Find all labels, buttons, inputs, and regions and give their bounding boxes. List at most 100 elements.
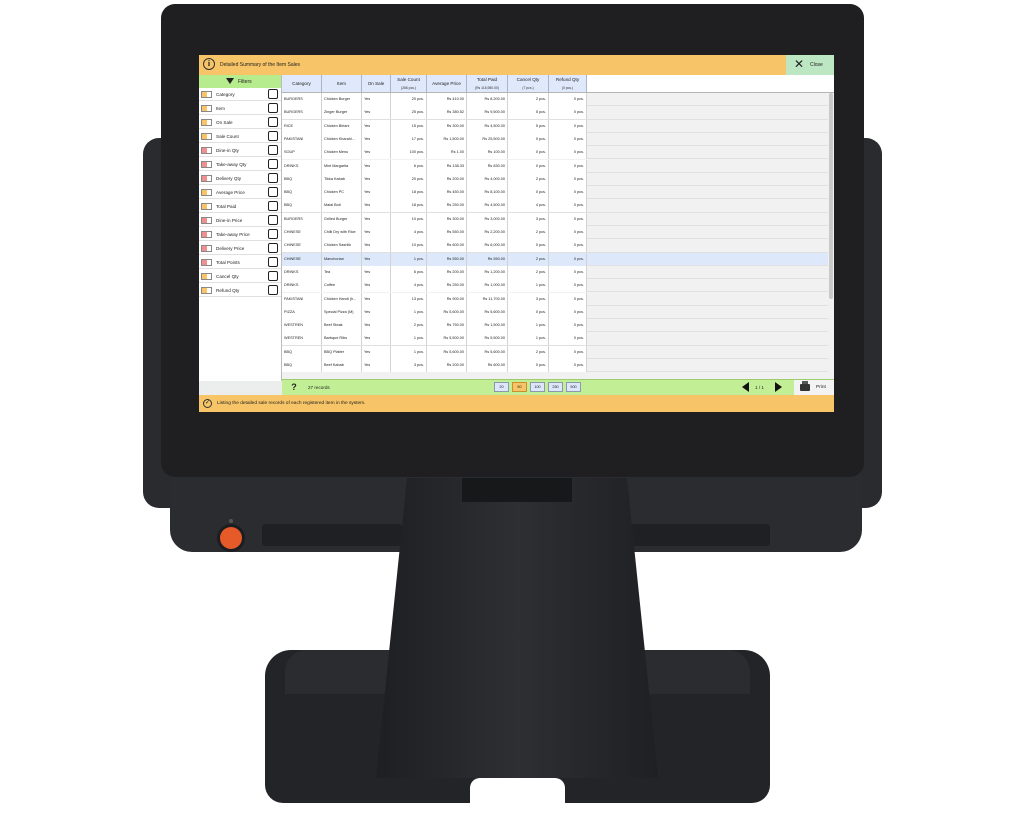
prev-page-button[interactable] <box>742 382 749 392</box>
table-cell: Rs 600.00 <box>427 239 467 253</box>
column-header[interactable]: Total Paid (Rs 116,980.00) <box>467 75 508 92</box>
table-body[interactable]: BURGERS Chicken Burger Yes 20 pcs. Rs 410.00… <box>282 93 828 379</box>
column-swatch-icon <box>201 91 212 98</box>
vertical-scrollbar[interactable] <box>829 93 833 299</box>
page-size-button[interactable]: 20 <box>494 382 509 392</box>
filter-checkbox[interactable] <box>268 257 278 267</box>
table-row[interactable]: CHINESE Chicken Sashlik Yes 10 pcs. Rs 600.0… <box>282 239 828 253</box>
filter-label: Take-away Price <box>216 232 250 237</box>
table-cell: WESTREN <box>282 332 322 346</box>
filter-item[interactable]: Delivery Qty <box>199 172 281 185</box>
table-cell: Yes <box>362 146 391 160</box>
filter-checkbox[interactable] <box>268 285 278 295</box>
table-row[interactable]: BBQ BBQ Platter Yes 1 pcs. Rs 5,600.00 Rs 5,6… <box>282 345 828 359</box>
table-row[interactable]: BBQ Malai Boti Yes 18 pcs. Rs 250.00 Rs 4,500… <box>282 199 828 213</box>
table-cell: Chicken Sashlik <box>322 239 362 253</box>
filter-item[interactable]: Average Price <box>199 186 281 199</box>
filter-item[interactable]: Sale Count <box>199 130 281 143</box>
column-header[interactable]: Cancel Qty (7 pcs.) <box>508 75 549 92</box>
table-cell: 100 pcs. <box>391 146 427 160</box>
app-screen: i Detailed Summary of the Item Sales ✕ C… <box>199 55 834 412</box>
filter-checkbox[interactable] <box>268 159 278 169</box>
column-header-label: Cancel Qty <box>516 77 540 82</box>
print-button[interactable]: Print <box>794 380 834 395</box>
filter-item[interactable]: Cancel Qty <box>199 270 281 283</box>
page-size-button[interactable]: 50 <box>512 382 527 392</box>
table-row[interactable]: DRINKS Mint Margarita Yes 6 pcs. Rs 138.33 Rs… <box>282 159 828 173</box>
table-row[interactable]: BURGERS Zinger Burger Yes 25 pcs. Rs 380.52 R… <box>282 106 828 120</box>
filter-item[interactable]: Refund Qty <box>199 284 281 297</box>
filter-checkbox[interactable] <box>268 215 278 225</box>
next-page-button[interactable] <box>775 382 782 392</box>
table-cell: Rs 300.00 <box>427 212 467 226</box>
filter-item[interactable]: Dine-in Price <box>199 214 281 227</box>
filter-item[interactable]: Total Paid <box>199 200 281 213</box>
table-row[interactable]: PIZZA Special Pizza (M) Yes 1 pcs. Rs 5,600.… <box>282 305 828 320</box>
filter-checkbox[interactable] <box>268 229 278 239</box>
table-row[interactable]: BBQ Chicken PC Yes 18 pcs. Rs 450.00 Rs 8,100… <box>282 186 828 200</box>
column-header[interactable]: Refund Qty (0 pcs.) <box>549 75 587 92</box>
table-cell: Yes <box>362 239 391 253</box>
table-row[interactable]: PAKISTANI Chicken Kharahi... Yes 17 pcs. Rs … <box>282 132 828 147</box>
column-swatch-icon <box>201 161 212 168</box>
table-row[interactable]: BBQ Tikka Kabab Yes 20 pcs. Rs 200.00 Rs 4,00… <box>282 172 828 187</box>
filter-checkbox[interactable] <box>268 117 278 127</box>
filter-item[interactable]: On Sale <box>199 116 281 129</box>
table-cell: 0 pcs. <box>549 279 587 293</box>
column-header[interactable]: Item <box>322 75 362 92</box>
filter-checkbox[interactable] <box>268 89 278 99</box>
table-cell: Malai Boti <box>322 199 362 213</box>
column-swatch-icon <box>201 175 212 182</box>
column-header-total: (7 pcs.) <box>522 86 534 90</box>
table-row[interactable]: BURGERS Grilled Burger Yes 10 pcs. Rs 300.00… <box>282 212 828 226</box>
column-header[interactable]: Sale Count (266 pcs.) <box>391 75 427 92</box>
table-cell: 5 pcs. <box>508 106 549 120</box>
filter-item[interactable]: Take-away Qty <box>199 158 281 171</box>
table-row[interactable]: DRINKS Coffee Yes 4 pcs. Rs 250.00 Rs 1,000.0… <box>282 279 828 293</box>
table-row[interactable]: SOUP Chicken Menu Yes 100 pcs. Rs 1.00 Rs 100… <box>282 146 828 160</box>
page-size-button[interactable]: 250 <box>548 382 563 392</box>
info-icon: i <box>203 58 215 70</box>
power-button[interactable] <box>220 527 242 549</box>
table-row[interactable]: RICE Chicken Biriani Yes 15 pcs. Rs 300.00 Rs… <box>282 119 828 133</box>
table-row[interactable]: BURGERS Chicken Burger Yes 20 pcs. Rs 410.00… <box>282 93 828 107</box>
column-header[interactable]: Category <box>282 75 322 92</box>
table-row[interactable]: BBQ Beef Kabab Yes 3 pcs. Rs 200.00 Rs 600.00… <box>282 359 828 373</box>
filter-checkbox[interactable] <box>268 145 278 155</box>
table-cell: 13 pcs. <box>391 292 427 306</box>
table-cell: 4 pcs. <box>508 199 549 213</box>
table-row[interactable]: WESTREN Beef Steak Yes 2 pcs. Rs 750.00 Rs 1,… <box>282 319 828 333</box>
filter-checkbox[interactable] <box>268 243 278 253</box>
help-button[interactable]: ? <box>288 381 300 393</box>
table-row[interactable]: WESTREN Barbque Ribs Yes 1 pcs. Rs 5,500.00 R… <box>282 332 828 346</box>
table-row[interactable]: DRINKS Tea Yes 6 pcs. Rs 200.00 Rs 1,200.00 2 … <box>282 265 828 280</box>
table-cell: 0 pcs. <box>549 212 587 226</box>
table-row[interactable]: CHINESE Chilli Dry with Rice Yes 4 pcs. Rs 5… <box>282 226 828 240</box>
filter-checkbox[interactable] <box>268 173 278 183</box>
close-button[interactable]: ✕ Close <box>786 55 834 75</box>
table-cell: Rs 11,700.00 <box>467 292 508 306</box>
table-cell: BURGERS <box>282 212 322 226</box>
filter-checkbox[interactable] <box>268 271 278 281</box>
table-cell: 0 pcs. <box>549 199 587 213</box>
filters-header[interactable]: Filters <box>199 75 281 88</box>
filter-item[interactable]: Category <box>199 88 281 101</box>
column-header[interactable]: On Sale <box>362 75 391 92</box>
page-size-button[interactable]: 100 <box>530 382 545 392</box>
filter-checkbox[interactable] <box>268 131 278 141</box>
table-row[interactable]: PAKISTANI Chicken Handi (h... Yes 13 pcs. Rs… <box>282 292 828 306</box>
filter-item[interactable]: Dine-in Qty <box>199 144 281 157</box>
column-header[interactable]: Average Price <box>427 75 467 92</box>
filter-item[interactable]: Total Points <box>199 256 281 269</box>
filter-checkbox[interactable] <box>268 187 278 197</box>
filter-checkbox[interactable] <box>268 201 278 211</box>
page-size-button[interactable]: 500 <box>566 382 581 392</box>
table-cell: 0 pcs. <box>549 359 587 372</box>
table-cell: 2 pcs. <box>508 93 549 106</box>
filter-item[interactable]: Take-away Price <box>199 228 281 241</box>
filter-checkbox[interactable] <box>268 103 278 113</box>
filter-item[interactable]: Delivery Price <box>199 242 281 255</box>
filter-item[interactable]: Item <box>199 102 281 115</box>
table-row[interactable]: CHINESE Manchorian Yes 1 pcs. Rs 550.00 Rs 55… <box>282 252 828 266</box>
table-cell: PAKISTANI <box>282 132 322 146</box>
